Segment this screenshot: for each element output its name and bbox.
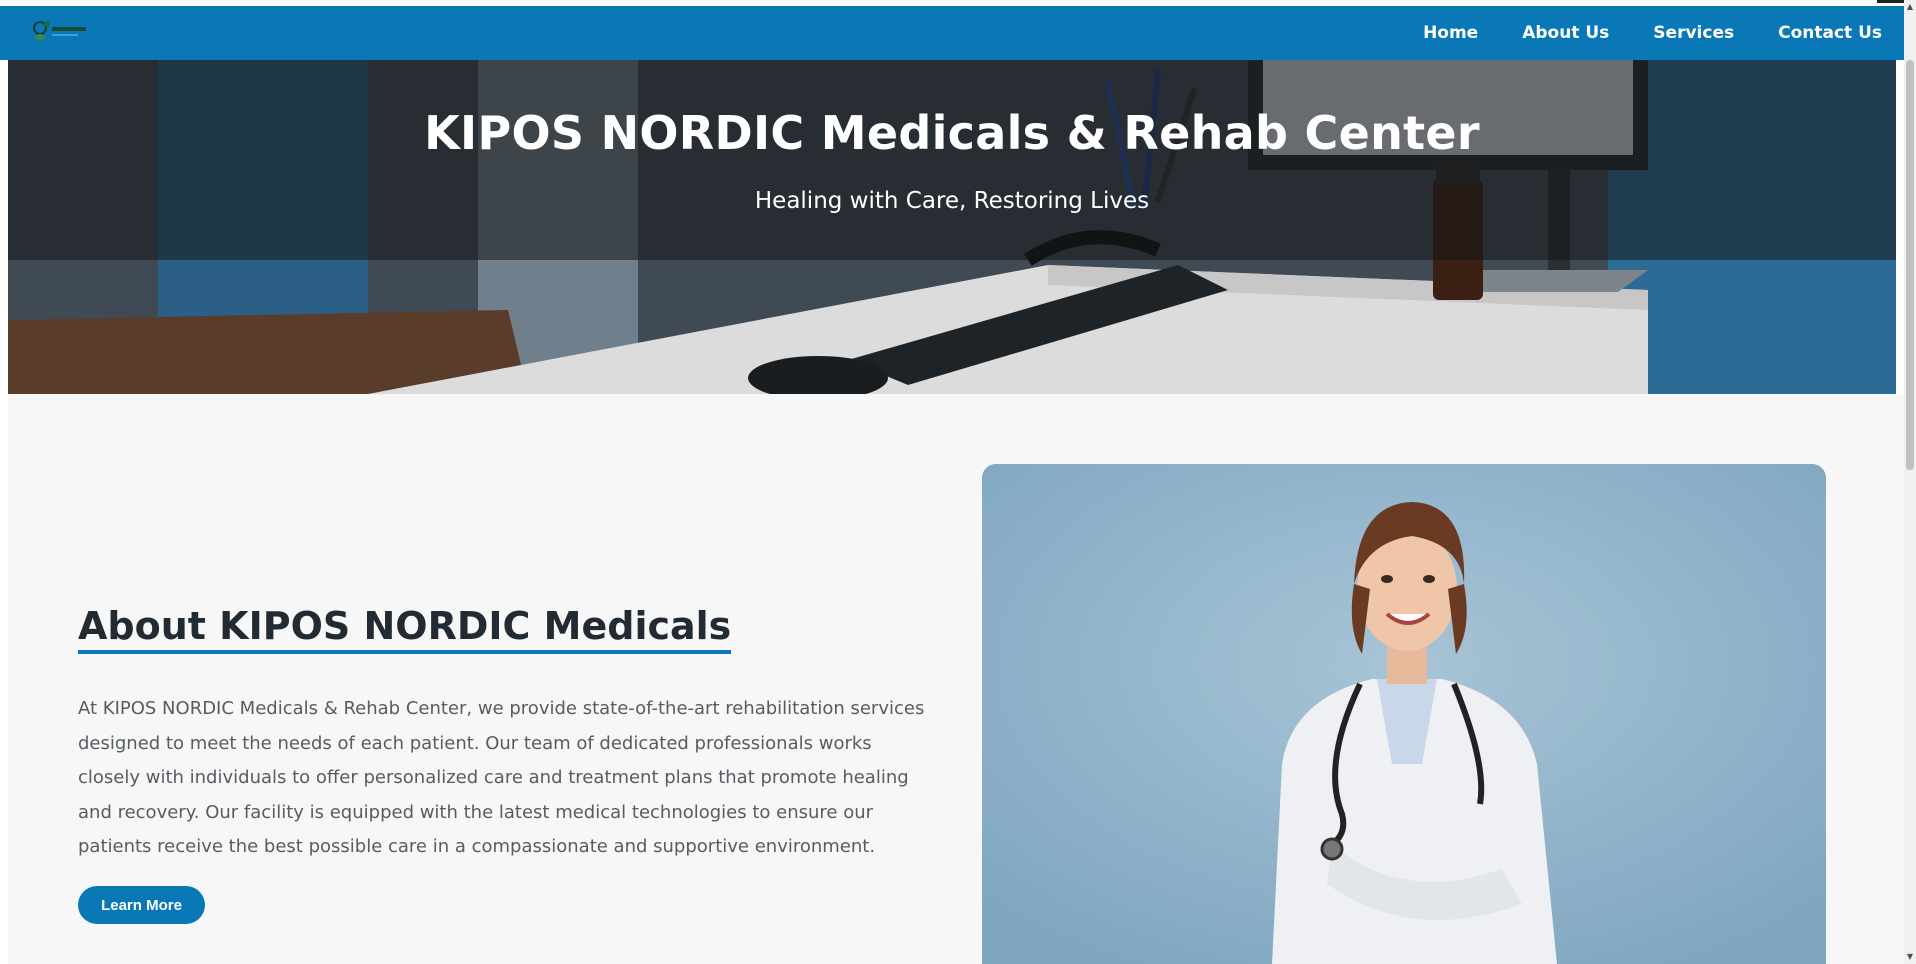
nav-home[interactable]: Home: [1423, 23, 1478, 43]
navbar: Home About Us Services Contact Us: [0, 6, 1904, 60]
scroll-down-arrow-icon[interactable]: ▼: [1904, 950, 1916, 964]
doctor-photo: [982, 464, 1826, 964]
hero-banner: KIPOS NORDIC Medicals & Rehab Center Hea…: [8, 60, 1896, 394]
nav-contact-us[interactable]: Contact Us: [1778, 23, 1882, 43]
hero-title: KIPOS NORDIC Medicals & Rehab Center: [424, 106, 1480, 160]
hero-subtitle: Healing with Care, Restoring Lives: [754, 188, 1150, 214]
hero-overlay: [8, 60, 1896, 260]
scroll-up-arrow-icon[interactable]: ▲: [1904, 0, 1916, 14]
vertical-scrollbar[interactable]: ▲ ▼: [1904, 0, 1916, 964]
learn-more-button[interactable]: Learn More: [78, 886, 205, 924]
about-title: About KIPOS NORDIC Medicals: [78, 604, 732, 654]
main-nav: Home About Us Services Contact Us: [1401, 6, 1890, 60]
nav-about-us[interactable]: About Us: [1522, 23, 1609, 43]
site-logo[interactable]: [30, 15, 110, 49]
about-section: About KIPOS NORDIC Medicals At KIPOS NOR…: [8, 394, 1904, 964]
nav-services[interactable]: Services: [1653, 23, 1734, 43]
scrollbar-thumb[interactable]: [1906, 60, 1914, 470]
about-paragraph: At KIPOS NORDIC Medicals & Rehab Center,…: [78, 698, 925, 857]
